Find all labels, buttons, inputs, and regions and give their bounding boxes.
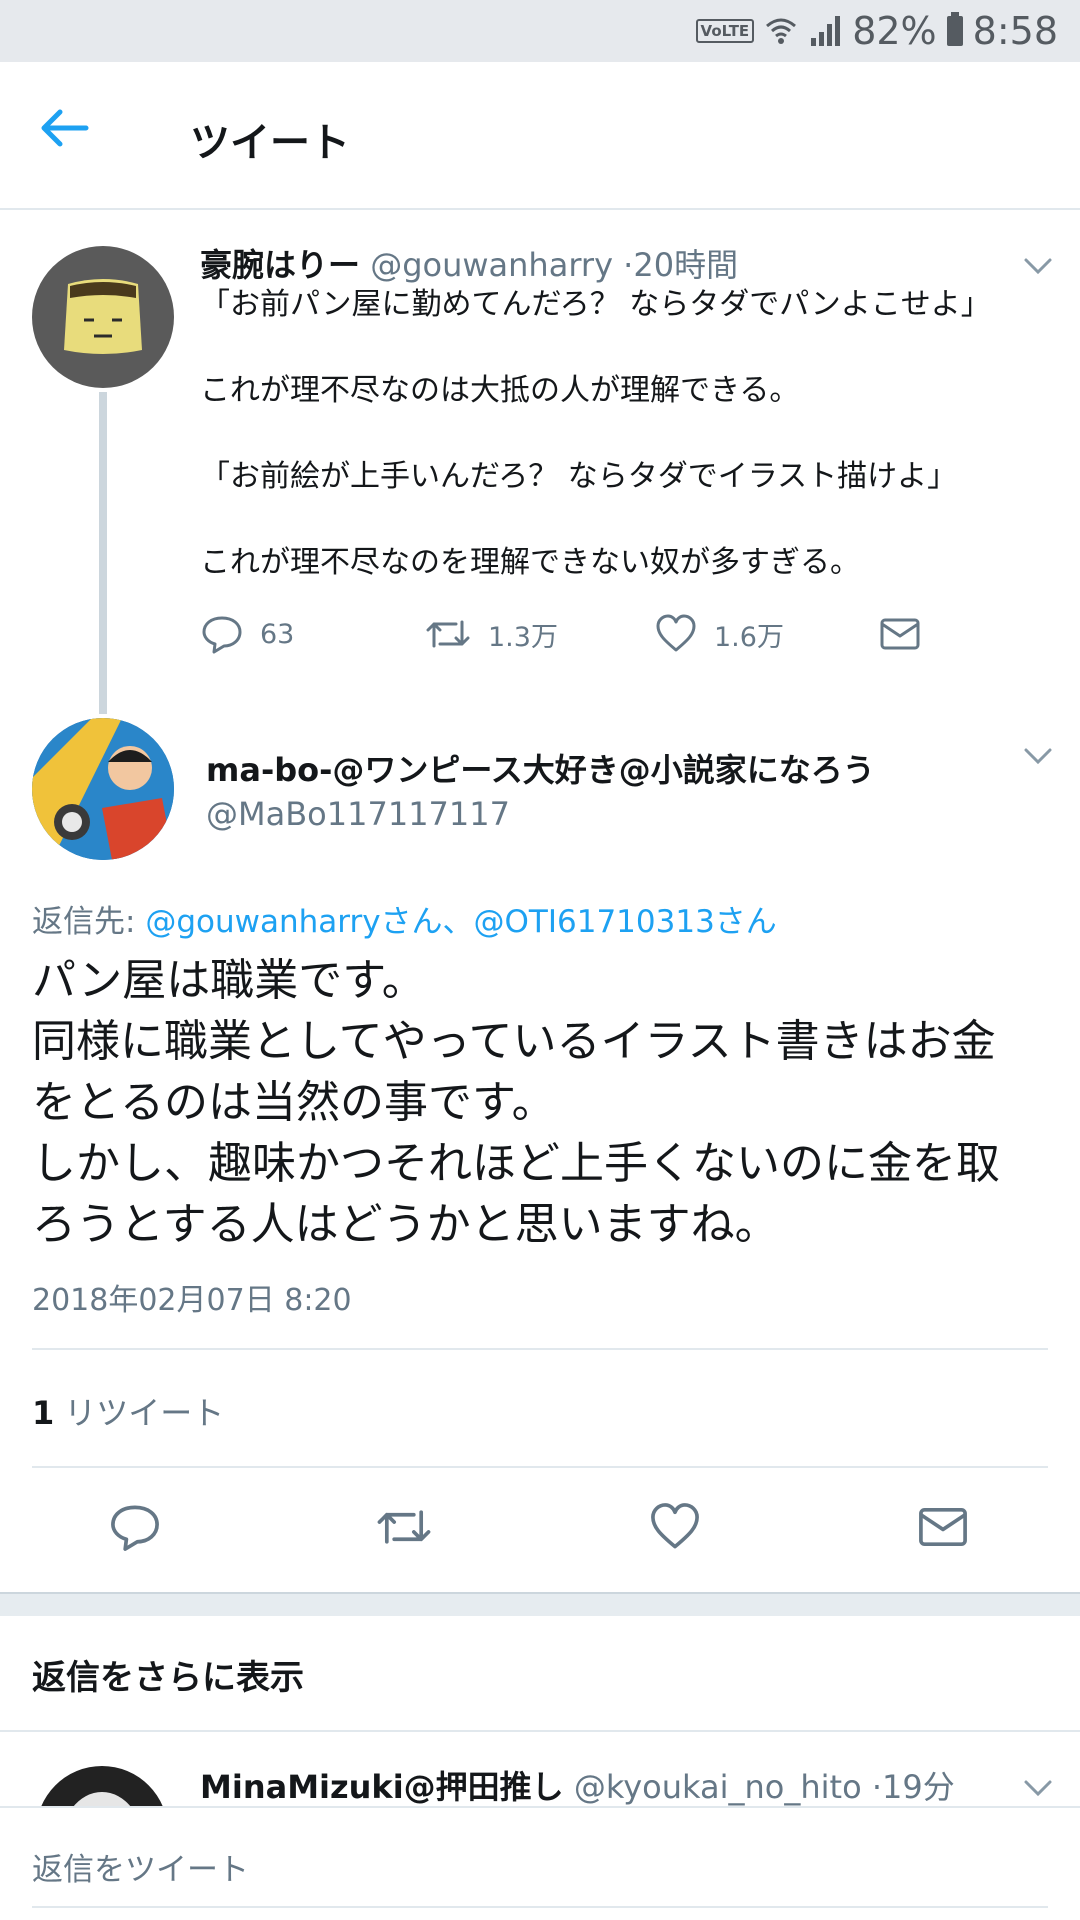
divider — [32, 1466, 1048, 1468]
section-gap — [0, 1592, 1080, 1616]
top-app-bar: ツイート — [0, 62, 1080, 210]
reply-input[interactable]: 返信をツイート — [32, 1844, 249, 1889]
tweet3-header: MinaMizuki@押田推し @kyoukai_no_hito ·19分 — [200, 1762, 955, 1808]
tweet1-retweet-count: 1.3万 — [488, 621, 558, 653]
tweet2-timestamp: 2018年02月07日 8:20 — [32, 1283, 352, 1318]
tweet1-dm-button[interactable] — [878, 612, 922, 656]
retweet-icon — [377, 1510, 431, 1544]
divider — [32, 1348, 1048, 1350]
envelope-icon — [880, 618, 920, 650]
reply-to-line: 返信先: @gouwanharryさん、@OTI61710313さん — [32, 896, 777, 941]
tweet1-reply-count: 63 — [260, 618, 295, 650]
tweet2-author-name[interactable]: ma-bo-@ワンピース大好き@小説家になろう — [206, 745, 875, 791]
tweet3-author-name[interactable]: MinaMizuki@押田推し — [200, 1768, 564, 1806]
thread-connector — [99, 392, 107, 714]
page-title: ツイート — [190, 120, 350, 166]
reply-to-links[interactable]: @gouwanharryさん、@OTI61710313さん — [145, 904, 777, 940]
signal-icon — [811, 16, 841, 46]
status-indicators: VoLTE 82% 8:58 — [695, 8, 1058, 54]
envelope-icon — [919, 1507, 967, 1547]
tweet1-dot: · — [623, 246, 634, 284]
tweet3-chevron-down-icon[interactable] — [1018, 1774, 1058, 1804]
tweet2-chevron-down-icon[interactable] — [1018, 742, 1058, 772]
tweet1-reply-button[interactable]: 63 — [200, 612, 294, 656]
status-bar: VoLTE 82% 8:58 — [0, 0, 1080, 62]
clock: 8:58 — [972, 9, 1058, 53]
reply-icon — [111, 1505, 159, 1551]
tweet2-like-button[interactable] — [648, 1500, 702, 1558]
tweet3-time: 19分 — [882, 1768, 955, 1806]
avatar-gouwanharry[interactable] — [32, 246, 174, 388]
retweet-icon — [426, 620, 470, 648]
battery-icon — [946, 12, 963, 46]
retweet-count-label: リツイート — [64, 1394, 225, 1432]
avatar-mabo[interactable] — [32, 718, 174, 860]
reply-composer-bar: 返信をツイート — [0, 1806, 1080, 1920]
pudding-avatar-image — [64, 279, 142, 354]
battery-percent: 82% — [852, 9, 937, 53]
tweet1-author-handle[interactable]: @gouwanharry — [370, 246, 613, 284]
tweet1-like-count: 1.6万 — [714, 621, 784, 653]
tweet1-chevron-down-icon[interactable] — [1018, 252, 1058, 282]
tweet1-text: 「お前パン屋に勤めてんだろ？ ならタダでパンよこせよ」 これが理不尽なのは大抵の… — [200, 287, 991, 580]
retweet-count-value: 1 — [32, 1394, 55, 1432]
more-replies-heading[interactable]: 返信をさらに表示 — [32, 1650, 304, 1699]
tweet1-author-name[interactable]: 豪腕はりー — [200, 246, 360, 284]
tweet1-header: 豪腕はりー @gouwanharry ·20時間 — [200, 240, 738, 286]
tweet2-dm-button[interactable] — [916, 1500, 970, 1558]
anime-avatar-image — [32, 718, 174, 860]
tweet2-retweet-button[interactable] — [374, 1500, 434, 1558]
tweet2-reply-button[interactable] — [108, 1500, 162, 1558]
tweet1-retweet-button[interactable]: 1.3万 — [424, 612, 558, 656]
reply-icon — [202, 616, 242, 654]
tweet3-author-handle[interactable]: @kyoukai_no_hito — [574, 1768, 862, 1806]
retweet-count-row[interactable]: 1 リツイート — [32, 1388, 224, 1434]
back-arrow-icon — [41, 109, 89, 147]
reply-to-prefix: 返信先: — [32, 904, 146, 940]
wifi-icon — [766, 18, 797, 44]
volte-icon: VoLTE — [695, 19, 755, 43]
tweet3-dot: · — [871, 1768, 882, 1806]
tweet2-text: パン屋は職業です。 同様に職業としてやっているイラスト書きはお金 をとるのは当然… — [32, 955, 1000, 1250]
heart-icon — [651, 1503, 699, 1549]
tweet1-time: 20時間 — [633, 246, 739, 284]
back-button[interactable] — [36, 106, 116, 166]
reply-input-underline — [32, 1906, 1048, 1908]
tweet1-like-button[interactable]: 1.6万 — [654, 612, 784, 656]
tweet2-actions — [0, 1500, 1080, 1560]
tweet1-actions: 63 1.3万 1.6万 — [200, 612, 940, 662]
divider — [0, 1730, 1080, 1732]
heart-icon — [656, 614, 696, 652]
tweet2-author-handle[interactable]: @MaBo117117117 — [206, 795, 510, 833]
